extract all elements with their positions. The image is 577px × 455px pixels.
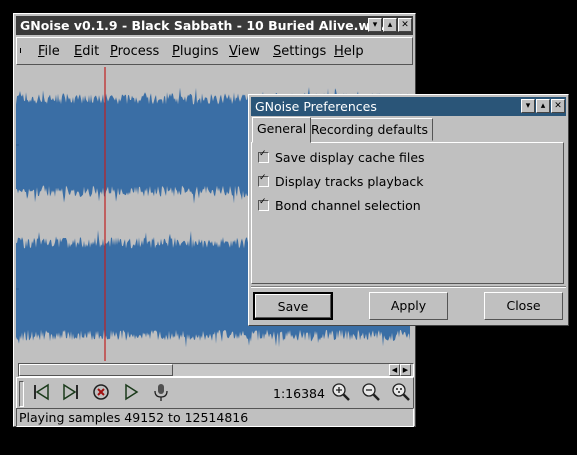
option-bond-channel-selection[interactable]: Bond channel selection xyxy=(258,197,421,213)
menu-edit[interactable]: Edit xyxy=(74,44,99,59)
menubar-grip[interactable] xyxy=(20,42,24,60)
save-button[interactable]: Save xyxy=(253,292,333,320)
maximize-icon[interactable]: ▴ xyxy=(536,99,550,113)
option-label: Bond channel selection xyxy=(275,198,421,213)
dialog-separator xyxy=(251,286,566,288)
close-icon[interactable]: ✕ xyxy=(398,18,412,32)
close-icon[interactable]: ✕ xyxy=(551,99,565,113)
close-button[interactable]: Close xyxy=(484,292,563,320)
zoom-fit-button[interactable] xyxy=(389,380,415,406)
checkbox-checked-icon[interactable] xyxy=(258,149,269,163)
transport-toolbar: 1:16384 xyxy=(16,377,414,409)
status-text: Playing samples 49152 to 12514816 xyxy=(19,410,249,425)
maximize-icon[interactable]: ▴ xyxy=(383,18,397,32)
main-title-bar[interactable]: GNoise v0.1.9 - Black Sabbath - 10 Burie… xyxy=(16,16,413,35)
menu-process[interactable]: Process xyxy=(110,44,159,59)
zoom-fit-icon xyxy=(392,383,410,401)
option-save-display-cache[interactable]: Save display cache files xyxy=(258,149,425,165)
preferences-title-bar[interactable]: GNoise Preferences ▾ ▴ ✕ xyxy=(251,97,566,116)
menu-plugins[interactable]: Plugins xyxy=(172,44,219,59)
menu-settings[interactable]: Settings xyxy=(273,44,326,59)
menu-help[interactable]: Help xyxy=(334,44,364,59)
toolbar-grip[interactable] xyxy=(19,381,24,407)
minimize-icon[interactable]: ▾ xyxy=(521,99,535,113)
menu-view[interactable]: View xyxy=(229,44,260,59)
main-window-title: GNoise v0.1.9 - Black Sabbath - 10 Burie… xyxy=(20,18,387,33)
option-label: Display tracks playback xyxy=(275,174,424,189)
tab-general[interactable]: General xyxy=(252,117,312,143)
play-icon xyxy=(125,383,139,401)
skip-to-end-button[interactable] xyxy=(59,380,85,406)
tab-recording-defaults[interactable]: Recording defaults xyxy=(306,118,433,141)
menu-bar: File Edit Process Plugins View Settings … xyxy=(16,37,413,65)
general-tab-panel: Save display cache files Display tracks … xyxy=(251,142,564,284)
preferences-title: GNoise Preferences xyxy=(255,99,377,114)
scroll-left-icon[interactable]: ◀ xyxy=(389,364,400,376)
skip-to-start-button[interactable] xyxy=(29,380,55,406)
zoom-in-icon xyxy=(332,383,350,401)
zoom-out-button[interactable] xyxy=(359,380,385,406)
zoom-out-icon xyxy=(362,383,380,401)
stop-button[interactable] xyxy=(89,380,115,406)
skip-end-icon xyxy=(63,383,78,401)
option-label: Save display cache files xyxy=(275,150,425,165)
scrollbar-thumb[interactable] xyxy=(19,364,173,376)
stop-icon xyxy=(93,384,109,400)
zoom-in-button[interactable] xyxy=(329,380,355,406)
skip-start-icon xyxy=(34,383,49,401)
status-bar: Playing samples 49152 to 12514816 xyxy=(16,408,414,427)
menu-file[interactable]: File xyxy=(38,44,60,59)
checkbox-checked-icon[interactable] xyxy=(258,173,269,187)
checkbox-checked-icon[interactable] xyxy=(258,197,269,211)
microphone-icon xyxy=(154,384,168,401)
horizontal-scrollbar[interactable]: ◀ ▶ xyxy=(18,363,414,377)
play-button[interactable] xyxy=(119,380,145,406)
preferences-dialog: GNoise Preferences ▾ ▴ ✕ General Recordi… xyxy=(248,94,569,326)
apply-button[interactable]: Apply xyxy=(369,292,448,320)
record-button[interactable] xyxy=(149,380,175,406)
position-readout: 1:16384 xyxy=(273,386,325,401)
option-display-tracks-playback[interactable]: Display tracks playback xyxy=(258,173,424,189)
scroll-right-icon[interactable]: ▶ xyxy=(400,364,411,376)
minimize-icon[interactable]: ▾ xyxy=(368,18,382,32)
